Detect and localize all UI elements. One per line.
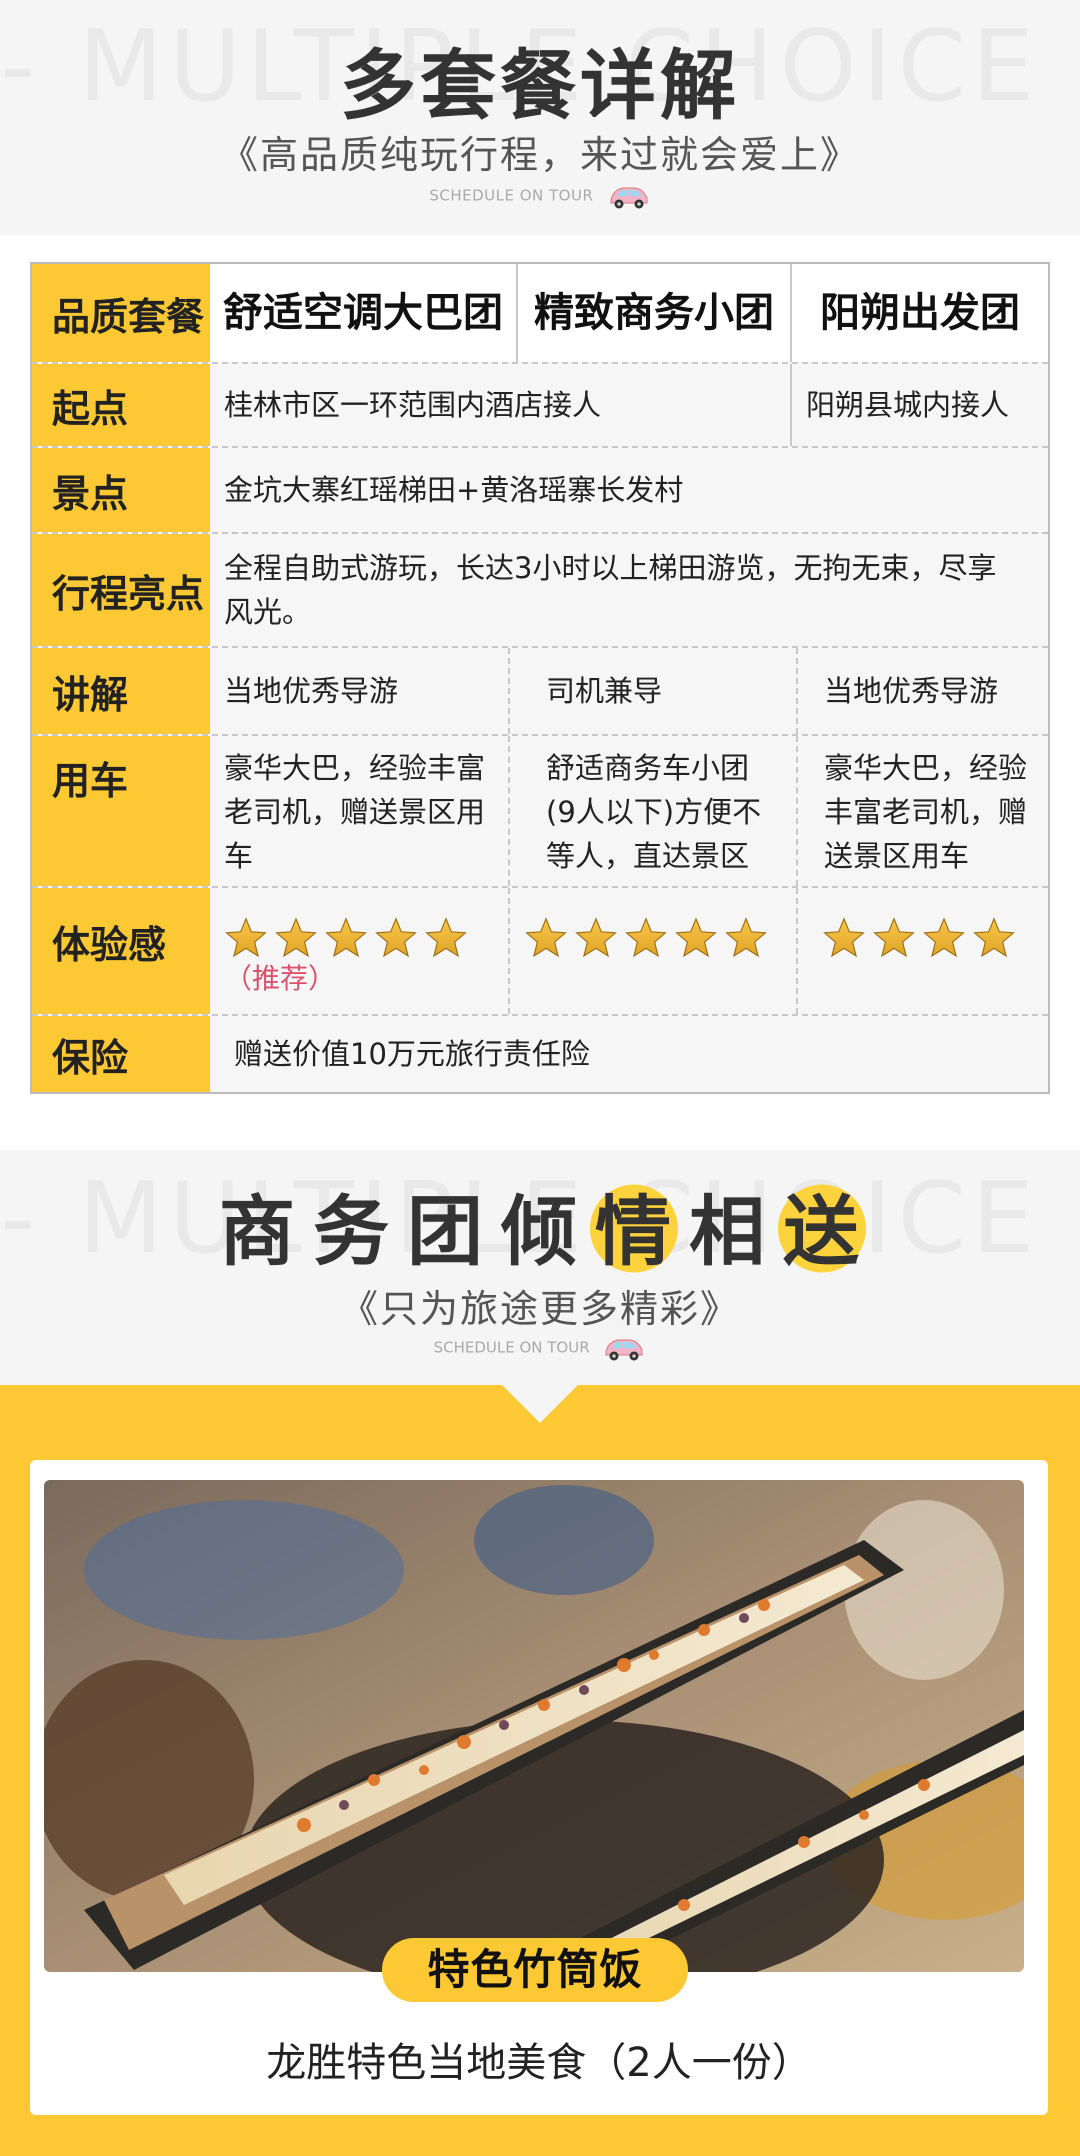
experience-cell-bus: （推荐）	[210, 888, 508, 1014]
pickup-cell-yangshuo: 阳朔县城内接人	[790, 364, 1048, 446]
guide-cell-yangshuo: 当地优秀导游	[796, 648, 1048, 734]
row-label-vehicle: 用车	[32, 736, 210, 886]
star-icon	[324, 916, 368, 960]
star-icon	[872, 916, 916, 960]
star-icon	[274, 916, 318, 960]
schedule-tag: SCHEDULE ON TOUR	[0, 182, 1080, 210]
table-row-guide: 讲解 当地优秀导游 司机兼导 当地优秀导游	[32, 648, 1048, 736]
vehicle-cell-yangshuo: 豪华大巴，经验丰富老司机，赠送景区用车	[796, 736, 1048, 886]
vehicle-cell-small-group: 舒适商务车小团(9人以下)方便不等人，直达景区	[508, 736, 796, 886]
star-icon	[822, 916, 866, 960]
recommend-label: （推荐）	[224, 962, 337, 995]
schedule-tag-text: SCHEDULE ON TOUR	[433, 1338, 590, 1357]
title-char: 务	[313, 1187, 391, 1276]
table-row-experience: 体验感 （推荐）	[32, 888, 1048, 1016]
rating-stars	[224, 916, 468, 960]
star-icon	[674, 916, 718, 960]
package-name-small-group: 精致商务小团	[516, 264, 790, 362]
experience-cell-small-group	[508, 888, 796, 1014]
title-char: 情	[595, 1187, 673, 1276]
insurance-cell: 赠送价值10万元旅行责任险	[234, 1037, 590, 1071]
vehicle-cell-bus: 豪华大巴，经验丰富老司机，赠送景区用车	[224, 751, 486, 873]
food-description: 龙胜特色当地美食（2人一份）	[266, 2040, 812, 2086]
title-char: 倾	[501, 1187, 579, 1276]
down-arrow-notch	[502, 1385, 578, 1423]
package-comparison-table: 品质套餐 舒适空调大巴团 精致商务小团 阳朔出发团 起点 桂林市区一环范围内酒店…	[30, 262, 1050, 1094]
car-icon	[607, 182, 651, 210]
guide-cell-bus: 当地优秀导游	[224, 674, 399, 708]
pickup-cell-guilin: 桂林市区一环范围内酒店接人	[224, 388, 602, 422]
table-row-highlights: 行程亮点 全程自助式游玩，长达3小时以上梯田游览，无拘无束，尽享风光。	[32, 534, 1048, 648]
star-icon	[972, 916, 1016, 960]
star-icon	[922, 916, 966, 960]
star-icon	[424, 916, 468, 960]
title-char-highlight: 情	[595, 1170, 673, 1280]
star-icon	[524, 916, 568, 960]
guide-cell-small-group: 司机兼导	[508, 648, 796, 734]
schedule-tag-2: SCHEDULE ON TOUR	[0, 1334, 1080, 1362]
food-name-badge: 特色竹筒饭	[382, 1938, 688, 2002]
table-row-insurance: 保险 赠送价值10万元旅行责任险	[32, 1016, 1048, 1092]
star-icon	[374, 916, 418, 960]
title-char: 送	[783, 1187, 861, 1276]
food-card: 特色竹筒饭 龙胜特色当地美食（2人一份）	[30, 1460, 1048, 2115]
star-icon	[224, 916, 268, 960]
schedule-tag-text: SCHEDULE ON TOUR	[429, 186, 594, 205]
row-label-highlights: 行程亮点	[32, 534, 210, 646]
spots-cell: 金坑大寨红瑶梯田+黄洛瑶寨长发村	[224, 473, 684, 507]
table-row-vehicle: 用车 豪华大巴，经验丰富老司机，赠送景区用车 舒适商务车小团(9人以下)方便不等…	[32, 736, 1048, 888]
experience-cell-yangshuo	[796, 888, 1048, 1014]
table-header-row: 品质套餐 舒适空调大巴团 精致商务小团 阳朔出发团	[32, 264, 1048, 364]
highlights-cell: 全程自助式游玩，长达3小时以上梯田游览，无拘无束，尽享风光。	[224, 551, 997, 629]
row-label-pickup: 起点	[32, 364, 210, 446]
rating-stars	[822, 916, 1016, 960]
title-char-highlight: 送	[783, 1170, 861, 1280]
section-subtitle: 《高品质纯玩行程，来过就会爱上》	[219, 133, 860, 177]
title-char: 商	[219, 1187, 297, 1276]
row-label-insurance: 保险	[32, 1016, 210, 1092]
row-label-spots: 景点	[32, 448, 210, 532]
star-icon	[624, 916, 668, 960]
table-row-spots: 景点 金坑大寨红瑶梯田+黄洛瑶寨长发村	[32, 448, 1048, 534]
row-label-package: 品质套餐	[32, 264, 210, 362]
title-char: 相	[689, 1187, 767, 1276]
page: - MULTIPLE CHOICE - 多套餐详解 《高品质纯玩行程，来过就会爱…	[0, 0, 1080, 2156]
table-row-pickup: 起点 桂林市区一环范围内酒店接人 阳朔县城内接人	[32, 364, 1048, 448]
section-subtitle-2: 《只为旅途更多精彩》	[339, 1287, 740, 1331]
star-icon	[724, 916, 768, 960]
row-label-experience: 体验感	[32, 888, 210, 1014]
row-label-guide: 讲解	[32, 648, 210, 734]
section-header-packages: - MULTIPLE CHOICE - 多套餐详解 《高品质纯玩行程，来过就会爱…	[0, 0, 1080, 235]
rating-stars	[524, 916, 768, 960]
title-char: 团	[407, 1187, 485, 1276]
food-photo-bamboo-rice	[44, 1480, 1024, 1972]
car-icon	[602, 1334, 646, 1362]
package-name-yangshuo: 阳朔出发团	[790, 264, 1048, 362]
package-name-bus: 舒适空调大巴团	[210, 264, 516, 362]
section-title: 多套餐详解	[340, 41, 740, 130]
star-icon	[574, 916, 618, 960]
section-title-2: 商务团倾情相送	[0, 1170, 1080, 1280]
